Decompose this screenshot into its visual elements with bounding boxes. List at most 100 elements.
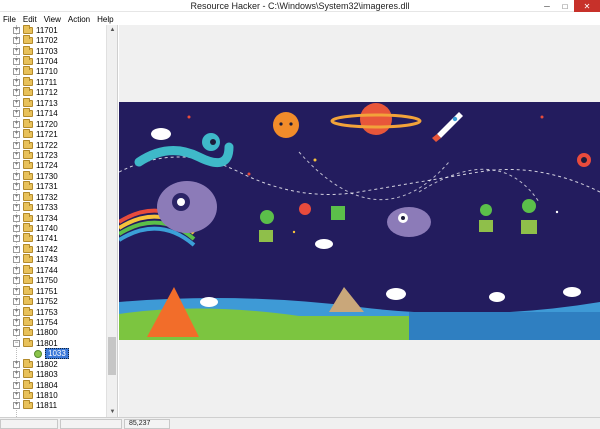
tree-folder-item[interactable]: +11802: [0, 358, 106, 369]
expand-icon[interactable]: +: [13, 172, 20, 180]
expand-icon[interactable]: +: [13, 204, 20, 212]
expand-icon[interactable]: +: [13, 89, 20, 97]
tree-folder-item[interactable]: +11754: [0, 316, 106, 327]
expand-icon[interactable]: +: [13, 26, 20, 34]
tree-folder-item[interactable]: +11710: [0, 66, 106, 77]
expand-icon[interactable]: +: [13, 256, 20, 264]
tree-item-label: 11743: [36, 255, 58, 265]
tree-item-label: 11734: [36, 213, 58, 223]
tree-item-label: 11800: [36, 328, 58, 338]
tree-folder-item[interactable]: +11704: [0, 56, 106, 66]
status-cell-1: [0, 419, 58, 429]
tree-folder-item[interactable]: +11722: [0, 139, 106, 150]
tree-folder-item[interactable]: +11741: [0, 233, 106, 244]
expand-icon[interactable]: +: [13, 318, 20, 326]
tree-folder-item[interactable]: +11743: [0, 254, 106, 265]
tree-folder-item[interactable]: +11733: [0, 202, 106, 212]
expand-icon[interactable]: +: [13, 151, 20, 159]
close-button[interactable]: ✕: [574, 0, 600, 12]
expand-icon[interactable]: +: [13, 141, 20, 149]
tree-folder-item[interactable]: +11742: [0, 243, 106, 254]
folder-icon: [23, 129, 33, 139]
tree-folder-item[interactable]: +11811: [0, 400, 106, 411]
tree-folder-item[interactable]: +11723: [0, 149, 106, 160]
expand-icon[interactable]: +: [13, 68, 20, 76]
tree-folder-item[interactable]: +11732: [0, 191, 106, 202]
tree-folder-item[interactable]: +11750: [0, 275, 106, 286]
menu-view[interactable]: View: [44, 15, 61, 24]
tree-folder-item[interactable]: +11713: [0, 97, 106, 108]
collapse-icon[interactable]: −: [13, 339, 20, 347]
tree-leaf-item[interactable]: 1033: [0, 348, 106, 360]
expand-icon[interactable]: +: [13, 235, 20, 243]
tree-folder-item[interactable]: +11740: [0, 223, 106, 233]
expand-icon[interactable]: +: [13, 277, 20, 285]
tree-folder-item[interactable]: +11720: [0, 118, 106, 129]
expand-icon[interactable]: +: [13, 245, 20, 253]
tree-folder-item[interactable]: +11751: [0, 285, 106, 296]
folder-icon: [23, 45, 33, 55]
tree-folder-item[interactable]: +11714: [0, 108, 106, 119]
expand-icon[interactable]: +: [13, 37, 20, 45]
tree-folder-item[interactable]: +11730: [0, 170, 106, 181]
expand-icon[interactable]: +: [13, 58, 20, 66]
tree-folder-item[interactable]: +11703: [0, 45, 106, 56]
tree-folder-item[interactable]: +11753: [0, 306, 106, 317]
scroll-thumb[interactable]: [108, 337, 116, 375]
tree-item-label: 11810: [36, 391, 58, 401]
tree-folder-item[interactable]: +11803: [0, 369, 106, 379]
expand-icon[interactable]: +: [13, 402, 20, 410]
expand-icon[interactable]: +: [13, 298, 20, 306]
expand-icon[interactable]: +: [13, 131, 20, 139]
tree-folder-item[interactable]: +11800: [0, 327, 106, 338]
scroll-down-icon[interactable]: ▼: [107, 407, 117, 417]
folder-icon: [23, 56, 33, 66]
tree-folder-item[interactable]: − 11801: [0, 337, 106, 348]
expand-icon[interactable]: +: [13, 329, 20, 337]
tree-folder-item[interactable]: +11734: [0, 212, 106, 223]
tree-folder-item[interactable]: +11752: [0, 296, 106, 306]
tree-folder-item[interactable]: +11744: [0, 264, 106, 275]
tree-scrollbar[interactable]: ▲ ▼: [106, 25, 117, 417]
expand-icon[interactable]: +: [13, 183, 20, 191]
folder-icon: [23, 390, 33, 400]
expand-icon[interactable]: +: [13, 120, 20, 128]
tree-folder-item[interactable]: +11701: [0, 25, 106, 35]
expand-icon[interactable]: +: [13, 381, 20, 389]
tree-folder-item[interactable]: +11731: [0, 181, 106, 192]
expand-icon[interactable]: +: [13, 193, 20, 201]
expand-icon[interactable]: +: [13, 287, 20, 295]
scroll-up-icon[interactable]: ▲: [107, 25, 117, 35]
tree-item-label: 11744: [36, 265, 58, 275]
expand-icon[interactable]: +: [13, 266, 20, 274]
tree-item-label: 11802: [36, 359, 58, 369]
tree-folder-item[interactable]: +11711: [0, 76, 106, 87]
tree-folder-item[interactable]: +11804: [0, 379, 106, 390]
menu-edit[interactable]: Edit: [23, 15, 37, 24]
minimize-button[interactable]: ─: [538, 0, 556, 12]
expand-icon[interactable]: +: [13, 162, 20, 170]
tree-list: +11701 +11702 +11703 +11704 +11710 +11711 +117…: [0, 25, 106, 411]
expand-icon[interactable]: +: [13, 225, 20, 233]
expand-icon[interactable]: +: [13, 110, 20, 118]
resource-tree[interactable]: +11701 +11702 +11703 +11704 +11710 +11711 +117…: [0, 25, 118, 417]
expand-icon[interactable]: +: [13, 214, 20, 222]
expand-icon[interactable]: +: [13, 371, 20, 379]
menu-help[interactable]: Help: [97, 15, 113, 24]
menu-bar: File Edit View Action Help: [0, 13, 600, 25]
expand-icon[interactable]: +: [13, 99, 20, 107]
expand-icon[interactable]: +: [13, 392, 20, 400]
expand-icon[interactable]: +: [13, 78, 20, 86]
tree-folder-item[interactable]: +11721: [0, 129, 106, 139]
tree-folder-item[interactable]: +11712: [0, 87, 106, 98]
tree-folder-item[interactable]: +11724: [0, 160, 106, 171]
tree-item-label: 1033: [45, 348, 69, 360]
expand-icon[interactable]: +: [13, 47, 20, 55]
expand-icon[interactable]: +: [13, 308, 20, 316]
tree-folder-item[interactable]: +11702: [0, 35, 106, 45]
maximize-button[interactable]: □: [556, 0, 574, 12]
menu-file[interactable]: File: [3, 15, 16, 24]
menu-action[interactable]: Action: [68, 15, 90, 24]
expand-icon[interactable]: +: [13, 360, 20, 368]
tree-folder-item[interactable]: +11810: [0, 390, 106, 400]
